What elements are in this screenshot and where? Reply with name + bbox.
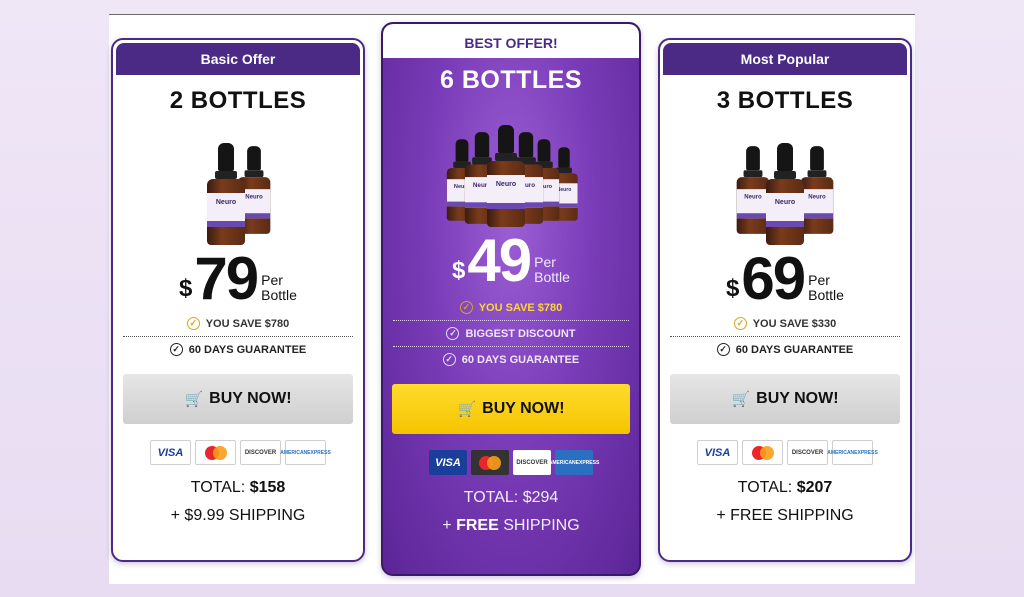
amex-logo: AMERICAN EXPRESS [280, 440, 331, 465]
discover-logo: DISCOVER [240, 440, 281, 465]
offer-header: Basic Offer [116, 43, 360, 75]
divider [670, 336, 900, 337]
buy-now-button[interactable]: 🛒 BUY NOW! [123, 374, 353, 424]
price: $ 49 Per Bottle [452, 227, 570, 294]
guarantee-line: ✓ 60 DAYS GUARANTEE [113, 343, 363, 356]
check-circle-icon: ✓ [442, 353, 456, 366]
per-bottle-label: Per Bottle [534, 254, 570, 285]
mastercard-logo [471, 450, 509, 475]
bottle-image: Neuro [736, 146, 770, 234]
savings-line: ✓ YOU SAVE $780 [113, 317, 363, 330]
payment-cards: VISA DISCOVER AMERICAN EXPRESS [660, 440, 910, 465]
discover-logo: DISCOVER [513, 450, 551, 475]
check-circle-icon: ✓ [446, 327, 460, 340]
bottle-image: Neuro [207, 143, 245, 245]
guarantee-line: ✓ 60 DAYS GUARANTEE [383, 353, 639, 366]
shopping-cart-icon: 🛒 [184, 391, 204, 408]
total-line: TOTAL: $158 [190, 479, 286, 496]
amex-logo: AMERICAN EXPRESS [827, 440, 878, 465]
check-circle-icon: ✓ [186, 317, 200, 330]
offer-title: 2 BOTTLES [169, 87, 307, 114]
divider [123, 336, 353, 337]
shopping-cart-icon: 🛒 [731, 391, 751, 408]
guarantee-line: ✓ 60 DAYS GUARANTEE [660, 343, 910, 356]
offer-title: 3 BOTTLES [716, 87, 854, 114]
visa-logo: VISA [429, 450, 467, 475]
amex-logo: AMERICAN EXPRESS [549, 450, 599, 475]
product-image: Neuro Neuro [113, 125, 363, 249]
mastercard-logo [195, 440, 236, 465]
discover-logo: DISCOVER [787, 440, 828, 465]
savings-line: ✓ YOU SAVE $330 [660, 317, 910, 330]
shopping-cart-icon: 🛒 [457, 401, 477, 418]
offer-card-popular: Most Popular 3 BOTTLES Neuro Neuro Neuro… [658, 38, 912, 562]
price-amount: 49 [467, 227, 532, 294]
product-image: Neuro Neuro Neuro Neuro Neuro Neuro [383, 101, 639, 231]
per-bottle-label: Per Bottle [261, 272, 297, 303]
product-image: Neuro Neuro Neuro [660, 125, 910, 249]
visa-logo: VISA [697, 440, 738, 465]
offer-card-best: BEST OFFER! 6 BOTTLES Neuro Neuro Neuro … [381, 22, 641, 576]
price: $ 79 Per Bottle [179, 245, 297, 312]
visa-logo: VISA [150, 440, 191, 465]
price-amount: 79 [194, 245, 259, 312]
bottle-image: Neuro [800, 146, 834, 234]
check-circle-icon: ✓ [733, 317, 747, 330]
savings-line: ✓ YOU SAVE $780 [383, 301, 639, 314]
total-line: TOTAL: $294 [463, 489, 559, 506]
price-amount: 69 [741, 245, 806, 312]
offer-header: Most Popular [663, 43, 907, 75]
payment-cards: VISA DISCOVER AMERICAN EXPRESS [383, 450, 639, 475]
buy-now-button[interactable]: 🛒 BUY NOW! [392, 384, 630, 434]
payment-cards: VISA DISCOVER AMERICAN EXPRESS [113, 440, 363, 465]
shipping-line: + $9.99 SHIPPING [170, 507, 306, 524]
bottle-image: Neuro [487, 125, 525, 227]
offer-title: 6 BOTTLES [439, 66, 582, 94]
shipping-line: + FREE SHIPPING [442, 517, 580, 534]
price: $ 69 Per Bottle [726, 245, 844, 312]
divider [393, 346, 629, 347]
shipping-line: + FREE SHIPPING [716, 507, 854, 524]
divider [393, 320, 629, 321]
per-bottle-label: Per Bottle [808, 272, 844, 303]
offer-header: BEST OFFER! [383, 24, 639, 58]
discount-line: ✓ BIGGEST DISCOUNT [383, 327, 639, 340]
buy-now-button[interactable]: 🛒 BUY NOW! [670, 374, 900, 424]
mastercard-logo [742, 440, 783, 465]
offer-card-basic: Basic Offer 2 BOTTLES Neuro Neuro $ 79 P… [111, 38, 365, 562]
check-circle-icon: ✓ [459, 301, 473, 314]
check-circle-icon: ✓ [716, 343, 730, 356]
bottle-image: Neuro [766, 143, 804, 245]
total-line: TOTAL: $207 [737, 479, 833, 496]
check-circle-icon: ✓ [169, 343, 183, 356]
